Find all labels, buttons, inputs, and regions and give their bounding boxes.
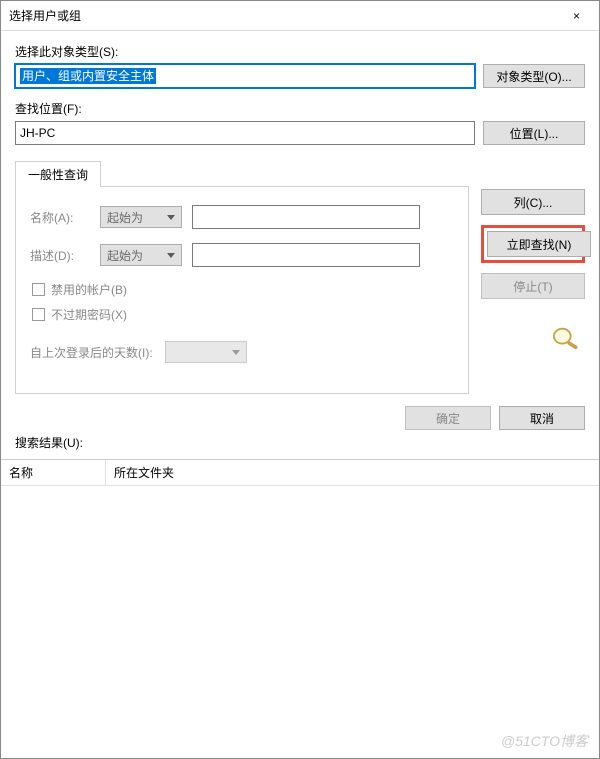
days-since-login-combo[interactable] [165, 341, 247, 363]
non-expiring-pwd-label: 不过期密码(X) [51, 306, 127, 323]
dialog-content: 选择此对象类型(S): 用户、组或内置安全主体 对象类型(O)... 查找位置(… [1, 31, 599, 459]
columns-button[interactable]: 列(C)... [481, 189, 585, 215]
non-expiring-pwd-checkbox[interactable] [32, 308, 45, 321]
watermark-text: @51CTO博客 [501, 731, 588, 751]
tab-general-query[interactable]: 一般性查询 [15, 161, 101, 187]
object-type-input[interactable]: 用户、组或内置安全主体 [15, 64, 475, 88]
find-now-button[interactable]: 立即查找(N) [487, 231, 591, 257]
disabled-accounts-checkbox[interactable] [32, 283, 45, 296]
desc-label: 描述(D): [30, 247, 90, 264]
object-types-button[interactable]: 对象类型(O)... [483, 64, 585, 88]
column-name-header[interactable]: 名称 [1, 460, 106, 486]
column-folder-header[interactable]: 所在文件夹 [106, 460, 599, 486]
locations-button[interactable]: 位置(L)... [483, 121, 585, 145]
close-button[interactable]: × [554, 1, 599, 30]
name-label: 名称(A): [30, 209, 90, 226]
name-match-combo[interactable]: 起始为 [100, 206, 182, 228]
location-input[interactable] [15, 121, 475, 145]
object-type-label: 选择此对象类型(S): [15, 43, 585, 60]
titlebar: 选择用户或组 × [1, 1, 599, 31]
search-icon [547, 325, 585, 351]
find-now-highlight: 立即查找(N) [481, 225, 585, 263]
cancel-button[interactable]: 取消 [499, 406, 585, 430]
days-since-login-label: 自上次登录后的天数(I): [30, 344, 153, 361]
object-type-value: 用户、组或内置安全主体 [20, 68, 156, 84]
location-label: 查找位置(F): [15, 100, 585, 117]
stop-button[interactable]: 停止(T) [481, 273, 585, 299]
side-buttons: 列(C)... 立即查找(N) 停止(T) [481, 157, 585, 351]
query-tabs: 一般性查询 名称(A): 起始为 描述(D): 起始为 [15, 161, 469, 394]
window-title: 选择用户或组 [9, 7, 554, 24]
results-label: 搜索结果(U): [15, 434, 585, 451]
tab-panel: 名称(A): 起始为 描述(D): 起始为 禁用的帐户(B) [15, 186, 469, 394]
desc-input[interactable] [192, 243, 420, 267]
desc-match-combo[interactable]: 起始为 [100, 244, 182, 266]
results-body [1, 486, 599, 726]
results-grid: 名称 所在文件夹 [1, 459, 599, 726]
disabled-accounts-label: 禁用的帐户(B) [51, 281, 127, 298]
name-input[interactable] [192, 205, 420, 229]
close-icon: × [573, 9, 580, 23]
ok-button[interactable]: 确定 [405, 406, 491, 430]
results-header: 名称 所在文件夹 [1, 460, 599, 486]
